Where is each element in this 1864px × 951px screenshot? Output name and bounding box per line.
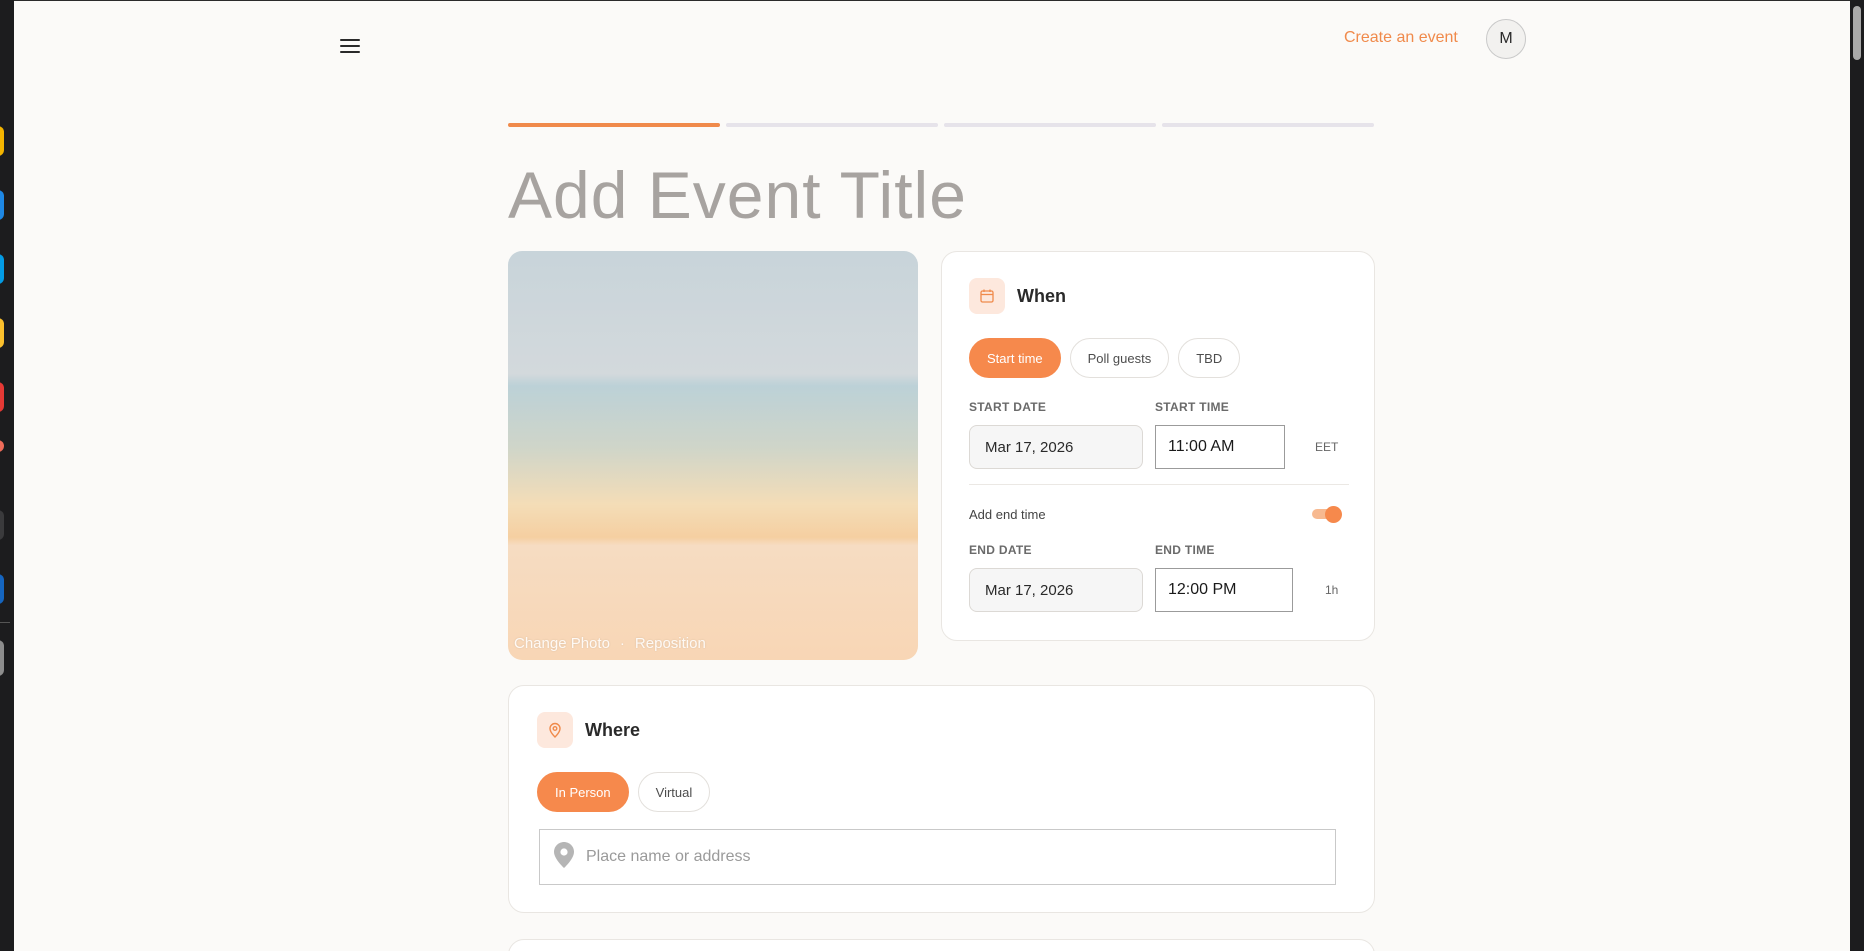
calendar-icon [969, 278, 1005, 314]
dock-app-icon[interactable] [0, 640, 4, 676]
where-header: Where [537, 712, 640, 748]
when-type-options: Start time Poll guests TBD [969, 338, 1241, 378]
photo-actions-separator: · [619, 635, 625, 652]
dock-app-icon[interactable] [0, 254, 4, 284]
wizard-progress [508, 123, 1374, 127]
where-type-options: In Person Virtual [537, 772, 711, 812]
progress-step-3 [944, 123, 1156, 127]
next-section-card [508, 939, 1375, 951]
duration-label: 1h [1325, 583, 1339, 597]
os-dock [0, 0, 14, 951]
dock-app-icon[interactable] [0, 510, 4, 540]
start-time-field[interactable]: 11:00 AM [1155, 425, 1285, 469]
end-time-label: END TIME [1155, 543, 1215, 557]
end-time-field[interactable]: 12:00 PM [1155, 568, 1293, 612]
when-header: When [969, 278, 1066, 314]
dock-app-icon[interactable] [0, 190, 4, 220]
address-input[interactable] [586, 848, 1286, 866]
change-photo-button[interactable]: Change Photo [514, 635, 610, 652]
map-pin-icon [554, 841, 574, 873]
timezone-label[interactable]: EET [1315, 440, 1338, 454]
event-cover-photo[interactable]: Change Photo · Reposition [508, 251, 918, 660]
toggle-knob [1325, 506, 1342, 523]
event-title-input[interactable]: Add Event Title [508, 157, 967, 233]
start-date-field[interactable]: Mar 17, 2026 [969, 425, 1143, 469]
option-start-time[interactable]: Start time [969, 338, 1061, 378]
start-date-label: START DATE [969, 400, 1047, 414]
when-title: When [1017, 285, 1066, 306]
when-divider [969, 484, 1349, 485]
dock-app-icon[interactable] [0, 574, 4, 604]
reposition-photo-button[interactable]: Reposition [635, 635, 706, 652]
option-in-person[interactable]: In Person [537, 772, 629, 812]
dock-app-icon[interactable] [0, 440, 4, 452]
dock-app-icon[interactable] [0, 382, 4, 412]
progress-step-4 [1162, 123, 1374, 127]
create-event-link[interactable]: Create an event [1344, 29, 1458, 47]
location-pin-icon [537, 712, 573, 748]
where-title: Where [585, 719, 641, 740]
end-date-field[interactable]: Mar 17, 2026 [969, 568, 1143, 612]
dock-separator [0, 622, 10, 623]
scrollbar-thumb[interactable] [1853, 6, 1861, 60]
add-end-time-toggle[interactable] [1312, 506, 1342, 523]
address-field[interactable] [539, 829, 1336, 885]
option-poll-guests[interactable]: Poll guests [1069, 338, 1170, 378]
event-editor-page: Create an event M Add Event Title Change… [14, 1, 1850, 951]
when-card: When Start time Poll guests TBD START DA… [941, 251, 1375, 641]
photo-actions: Change Photo · Reposition [514, 635, 706, 652]
dock-app-icon[interactable] [0, 318, 4, 348]
option-tbd[interactable]: TBD [1178, 338, 1241, 378]
option-virtual[interactable]: Virtual [637, 772, 711, 812]
end-date-label: END DATE [969, 543, 1032, 557]
progress-step-2 [726, 123, 938, 127]
dock-app-icon[interactable] [0, 126, 4, 156]
where-card: Where In Person Virtual [508, 685, 1375, 913]
user-avatar[interactable]: M [1486, 19, 1526, 59]
scrollbar[interactable] [1850, 0, 1864, 951]
hamburger-menu-icon[interactable] [340, 39, 360, 55]
progress-step-1 [508, 123, 720, 127]
add-end-time-label: Add end time [969, 507, 1046, 522]
start-time-label: START TIME [1155, 400, 1230, 414]
